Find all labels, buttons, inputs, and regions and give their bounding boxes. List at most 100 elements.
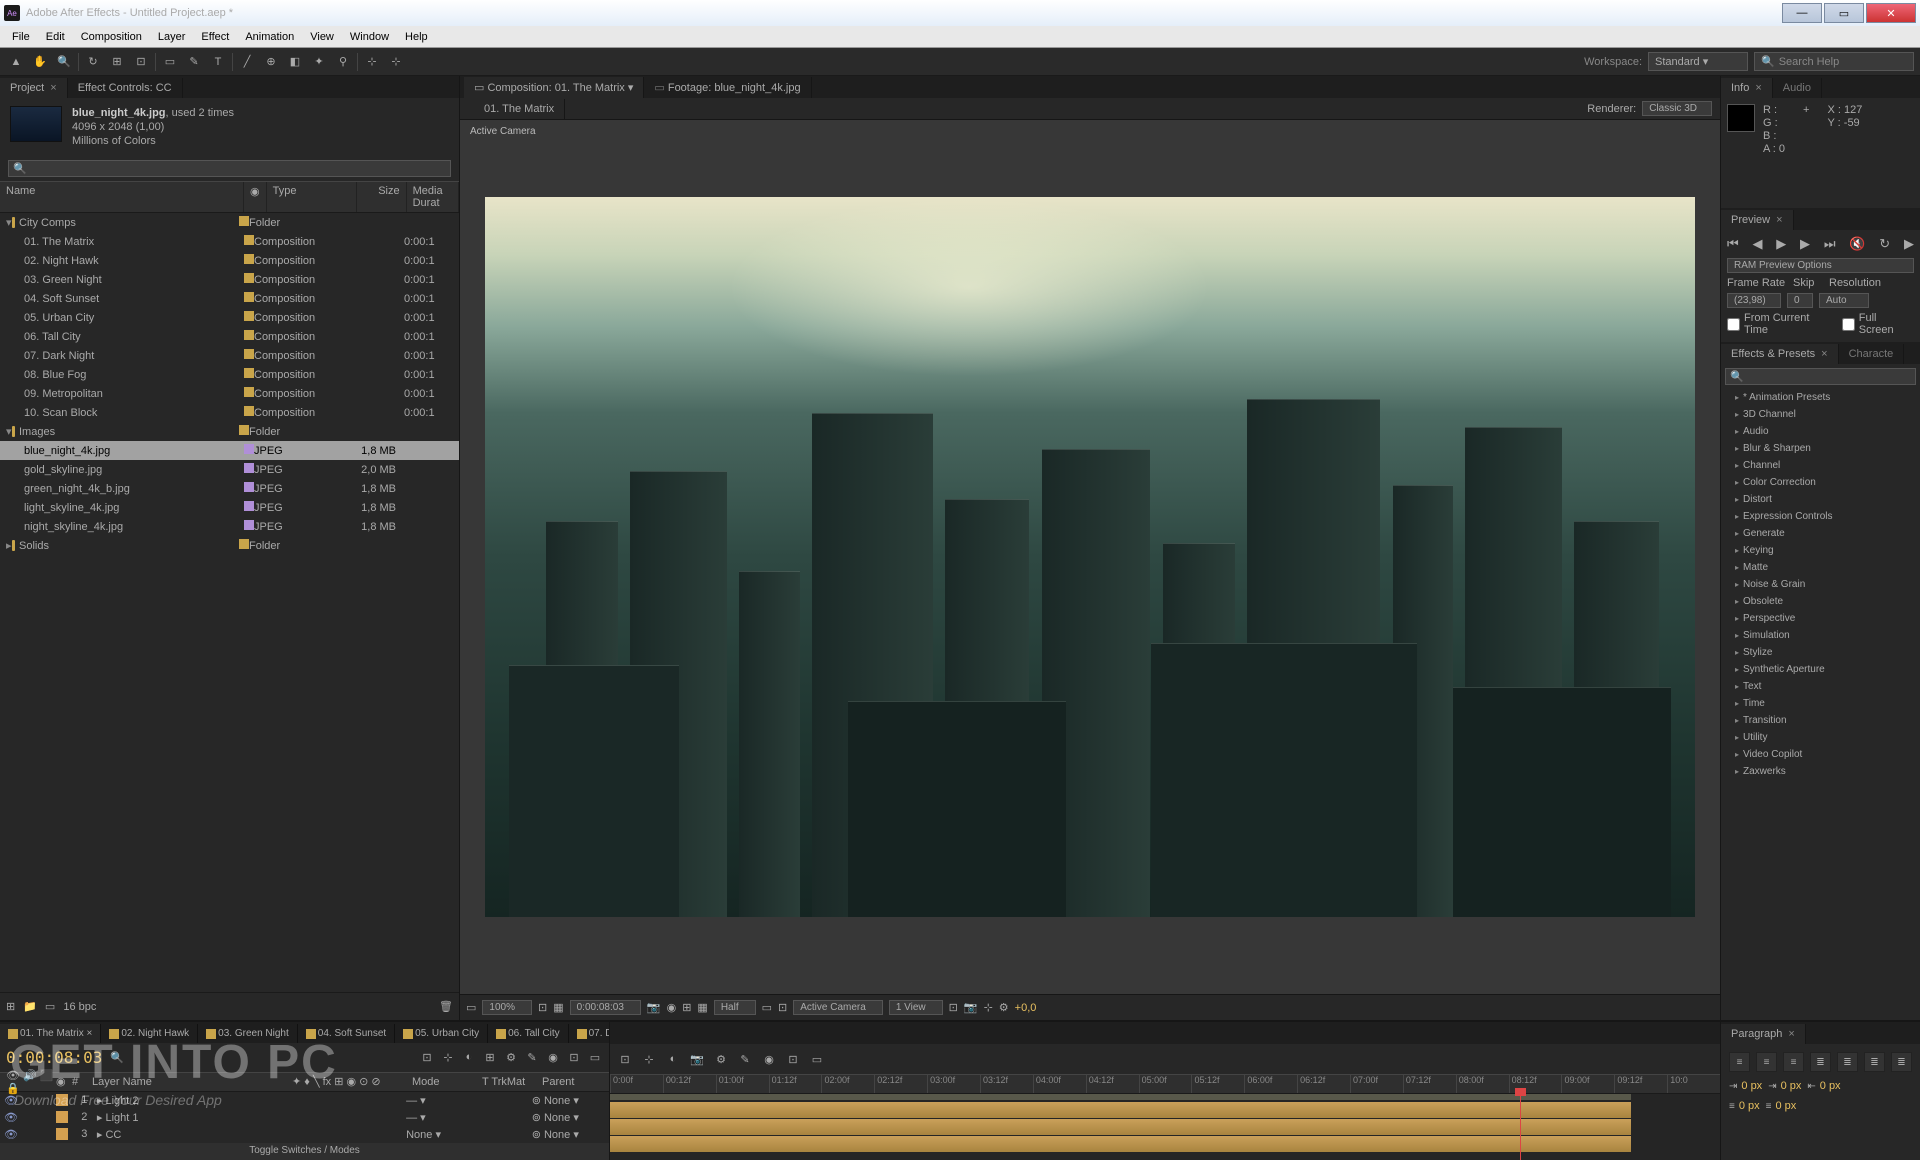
effects-search-input[interactable]: 🔍 <box>1725 368 1916 385</box>
menu-view[interactable]: View <box>302 31 342 43</box>
menu-composition[interactable]: Composition <box>73 31 150 43</box>
tab-audio[interactable]: Audio <box>1773 78 1822 98</box>
layer-bar[interactable] <box>610 1136 1631 1152</box>
effect-category[interactable]: Channel <box>1721 457 1920 474</box>
tl-icon[interactable]: ⊡ <box>419 1051 435 1064</box>
project-item[interactable]: 06. Tall CityComposition0:00:1 <box>0 327 459 346</box>
align-right-button[interactable]: ≡ <box>1783 1052 1804 1072</box>
tl-icon[interactable]: ▭ <box>587 1051 603 1064</box>
justify-left-button[interactable]: ≣ <box>1810 1052 1831 1072</box>
local-axis-icon[interactable]: ⊹ <box>362 52 382 72</box>
indent-right-input[interactable]: ⇤0 px <box>1807 1080 1840 1092</box>
tl-icon[interactable]: ✎ <box>524 1051 540 1064</box>
project-item[interactable]: 03. Green NightComposition0:00:1 <box>0 270 459 289</box>
tl-tool-icon[interactable]: ▭ <box>808 1053 826 1066</box>
indent-left-input[interactable]: ⇥0 px <box>1729 1080 1762 1092</box>
effect-category[interactable]: Text <box>1721 678 1920 695</box>
layer-bar[interactable] <box>610 1119 1631 1135</box>
project-item[interactable]: 08. Blue FogComposition0:00:1 <box>0 365 459 384</box>
close-button[interactable]: ✕ <box>1866 3 1916 23</box>
tab-paragraph[interactable]: Paragraph× <box>1721 1024 1806 1044</box>
project-item[interactable]: 09. MetropolitanComposition0:00:1 <box>0 384 459 403</box>
effect-category[interactable]: Distort <box>1721 491 1920 508</box>
tl-tool-icon[interactable]: ✎ <box>736 1053 754 1066</box>
ram-preview-icon[interactable]: ▶ <box>1904 236 1914 252</box>
effect-category[interactable]: Transition <box>1721 712 1920 729</box>
trash-icon[interactable]: 🗑 <box>439 1000 453 1013</box>
tab-effect-controls[interactable]: Effect Controls: CC <box>68 78 183 98</box>
effect-category[interactable]: Simulation <box>1721 627 1920 644</box>
rect-tool-icon[interactable]: ▭ <box>160 52 180 72</box>
brush-tool-icon[interactable]: ╱ <box>237 52 257 72</box>
tl-tool-icon[interactable]: ⊡ <box>616 1053 634 1066</box>
timeline-tab[interactable]: 05. Urban City <box>395 1024 488 1043</box>
ram-preview-options[interactable]: RAM Preview Options <box>1727 258 1914 273</box>
project-item[interactable]: 04. Soft SunsetComposition0:00:1 <box>0 289 459 308</box>
camera-tool-icon[interactable]: ⊞ <box>107 52 127 72</box>
selection-tool-icon[interactable]: ▲ <box>6 52 26 72</box>
bpc-toggle[interactable]: 16 bpc <box>63 1001 96 1013</box>
comp-breadcrumb[interactable]: 01. The Matrix <box>474 99 565 119</box>
workspace-dropdown[interactable]: Standard ▾ <box>1648 52 1748 71</box>
project-item[interactable]: 07. Dark NightComposition0:00:1 <box>0 346 459 365</box>
project-item[interactable]: 02. Night HawkComposition0:00:1 <box>0 251 459 270</box>
effect-category[interactable]: Matte <box>1721 559 1920 576</box>
full-screen-checkbox[interactable]: Full Screen <box>1842 312 1914 336</box>
tab-composition[interactable]: ▭ Composition: 01. The Matrix ▾ <box>464 77 644 98</box>
tl-tool-icon[interactable]: ⚙ <box>712 1053 730 1066</box>
tl-tool-icon[interactable]: ◐ <box>664 1053 682 1065</box>
effect-category[interactable]: Blur & Sharpen <box>1721 440 1920 457</box>
search-icon[interactable]: 🔍 <box>110 1051 124 1064</box>
justify-all-button[interactable]: ≣ <box>1891 1052 1912 1072</box>
project-item[interactable]: 10. Scan BlockComposition0:00:1 <box>0 403 459 422</box>
loop-icon[interactable]: ↻ <box>1879 236 1890 252</box>
renderer-dropdown[interactable]: Classic 3D <box>1642 101 1712 116</box>
timeline-layers[interactable]: 👁1▸ Light 2— ▾⊚ None ▾👁2▸ Light 1— ▾⊚ No… <box>0 1092 609 1143</box>
menu-window[interactable]: Window <box>342 31 397 43</box>
tl-icon[interactable]: ⚙ <box>503 1051 519 1064</box>
type-tool-icon[interactable]: T <box>208 52 228 72</box>
pan-behind-tool-icon[interactable]: ⊡ <box>131 52 151 72</box>
tab-preview[interactable]: Preview× <box>1721 210 1794 230</box>
framerate-dropdown[interactable]: (23,98) <box>1727 293 1781 308</box>
effect-category[interactable]: Zaxwerks <box>1721 763 1920 780</box>
tl-icon[interactable]: ⊹ <box>440 1051 456 1064</box>
view-dropdown[interactable]: Active Camera <box>793 1000 883 1015</box>
mute-icon[interactable]: 🔇 <box>1849 236 1865 252</box>
indent-first-input[interactable]: ⇥0 px <box>1768 1080 1801 1092</box>
views-dropdown[interactable]: 1 View <box>889 1000 943 1015</box>
project-item[interactable]: gold_skyline.jpgJPEG2,0 MB <box>0 460 459 479</box>
resolution-dropdown[interactable]: Half <box>714 1000 756 1015</box>
timeline-tab[interactable]: 06. Tall City <box>488 1024 569 1043</box>
magnify-icon[interactable]: ▭ <box>466 1001 476 1014</box>
align-center-button[interactable]: ≡ <box>1756 1052 1777 1072</box>
from-current-checkbox[interactable]: From Current Time <box>1727 312 1836 336</box>
puppet-tool-icon[interactable]: ⚲ <box>333 52 353 72</box>
project-item[interactable]: ▾City CompsFolder <box>0 213 459 232</box>
effect-category[interactable]: Keying <box>1721 542 1920 559</box>
project-item[interactable]: ▸SolidsFolder <box>0 536 459 555</box>
menu-edit[interactable]: Edit <box>38 31 73 43</box>
timeline-tab[interactable]: 04. Soft Sunset <box>298 1024 395 1043</box>
zoom-dropdown[interactable]: 100% <box>482 1000 532 1015</box>
timeline-tab[interactable]: 02. Night Hawk <box>101 1024 198 1043</box>
timeline-tab[interactable]: 03. Green Night <box>198 1024 298 1043</box>
project-item[interactable]: green_night_4k_b.jpgJPEG1,8 MB <box>0 479 459 498</box>
project-item[interactable]: 05. Urban CityComposition0:00:1 <box>0 308 459 327</box>
effect-category[interactable]: * Animation Presets <box>1721 389 1920 406</box>
play-icon[interactable]: ▶ <box>1776 236 1786 252</box>
interpret-footage-icon[interactable]: ⊞ <box>6 1000 15 1013</box>
effect-category[interactable]: Audio <box>1721 423 1920 440</box>
timeline-timecode[interactable]: 0:00:08:03 <box>6 1048 102 1067</box>
timeline-tab[interactable]: 07. Dark Night <box>569 1024 609 1043</box>
menu-layer[interactable]: Layer <box>150 31 194 43</box>
project-item[interactable]: ▾ImagesFolder <box>0 422 459 441</box>
menu-file[interactable]: File <box>4 31 38 43</box>
label-column-icon[interactable]: ◉ <box>244 182 267 212</box>
effect-category[interactable]: Color Correction <box>1721 474 1920 491</box>
work-area[interactable] <box>610 1094 1631 1100</box>
tl-icon[interactable]: ⊞ <box>482 1051 498 1064</box>
project-tree[interactable]: ▾City CompsFolder01. The MatrixCompositi… <box>0 213 459 992</box>
tab-project[interactable]: Project× <box>0 78 68 98</box>
project-item[interactable]: 01. The MatrixComposition0:00:1 <box>0 232 459 251</box>
